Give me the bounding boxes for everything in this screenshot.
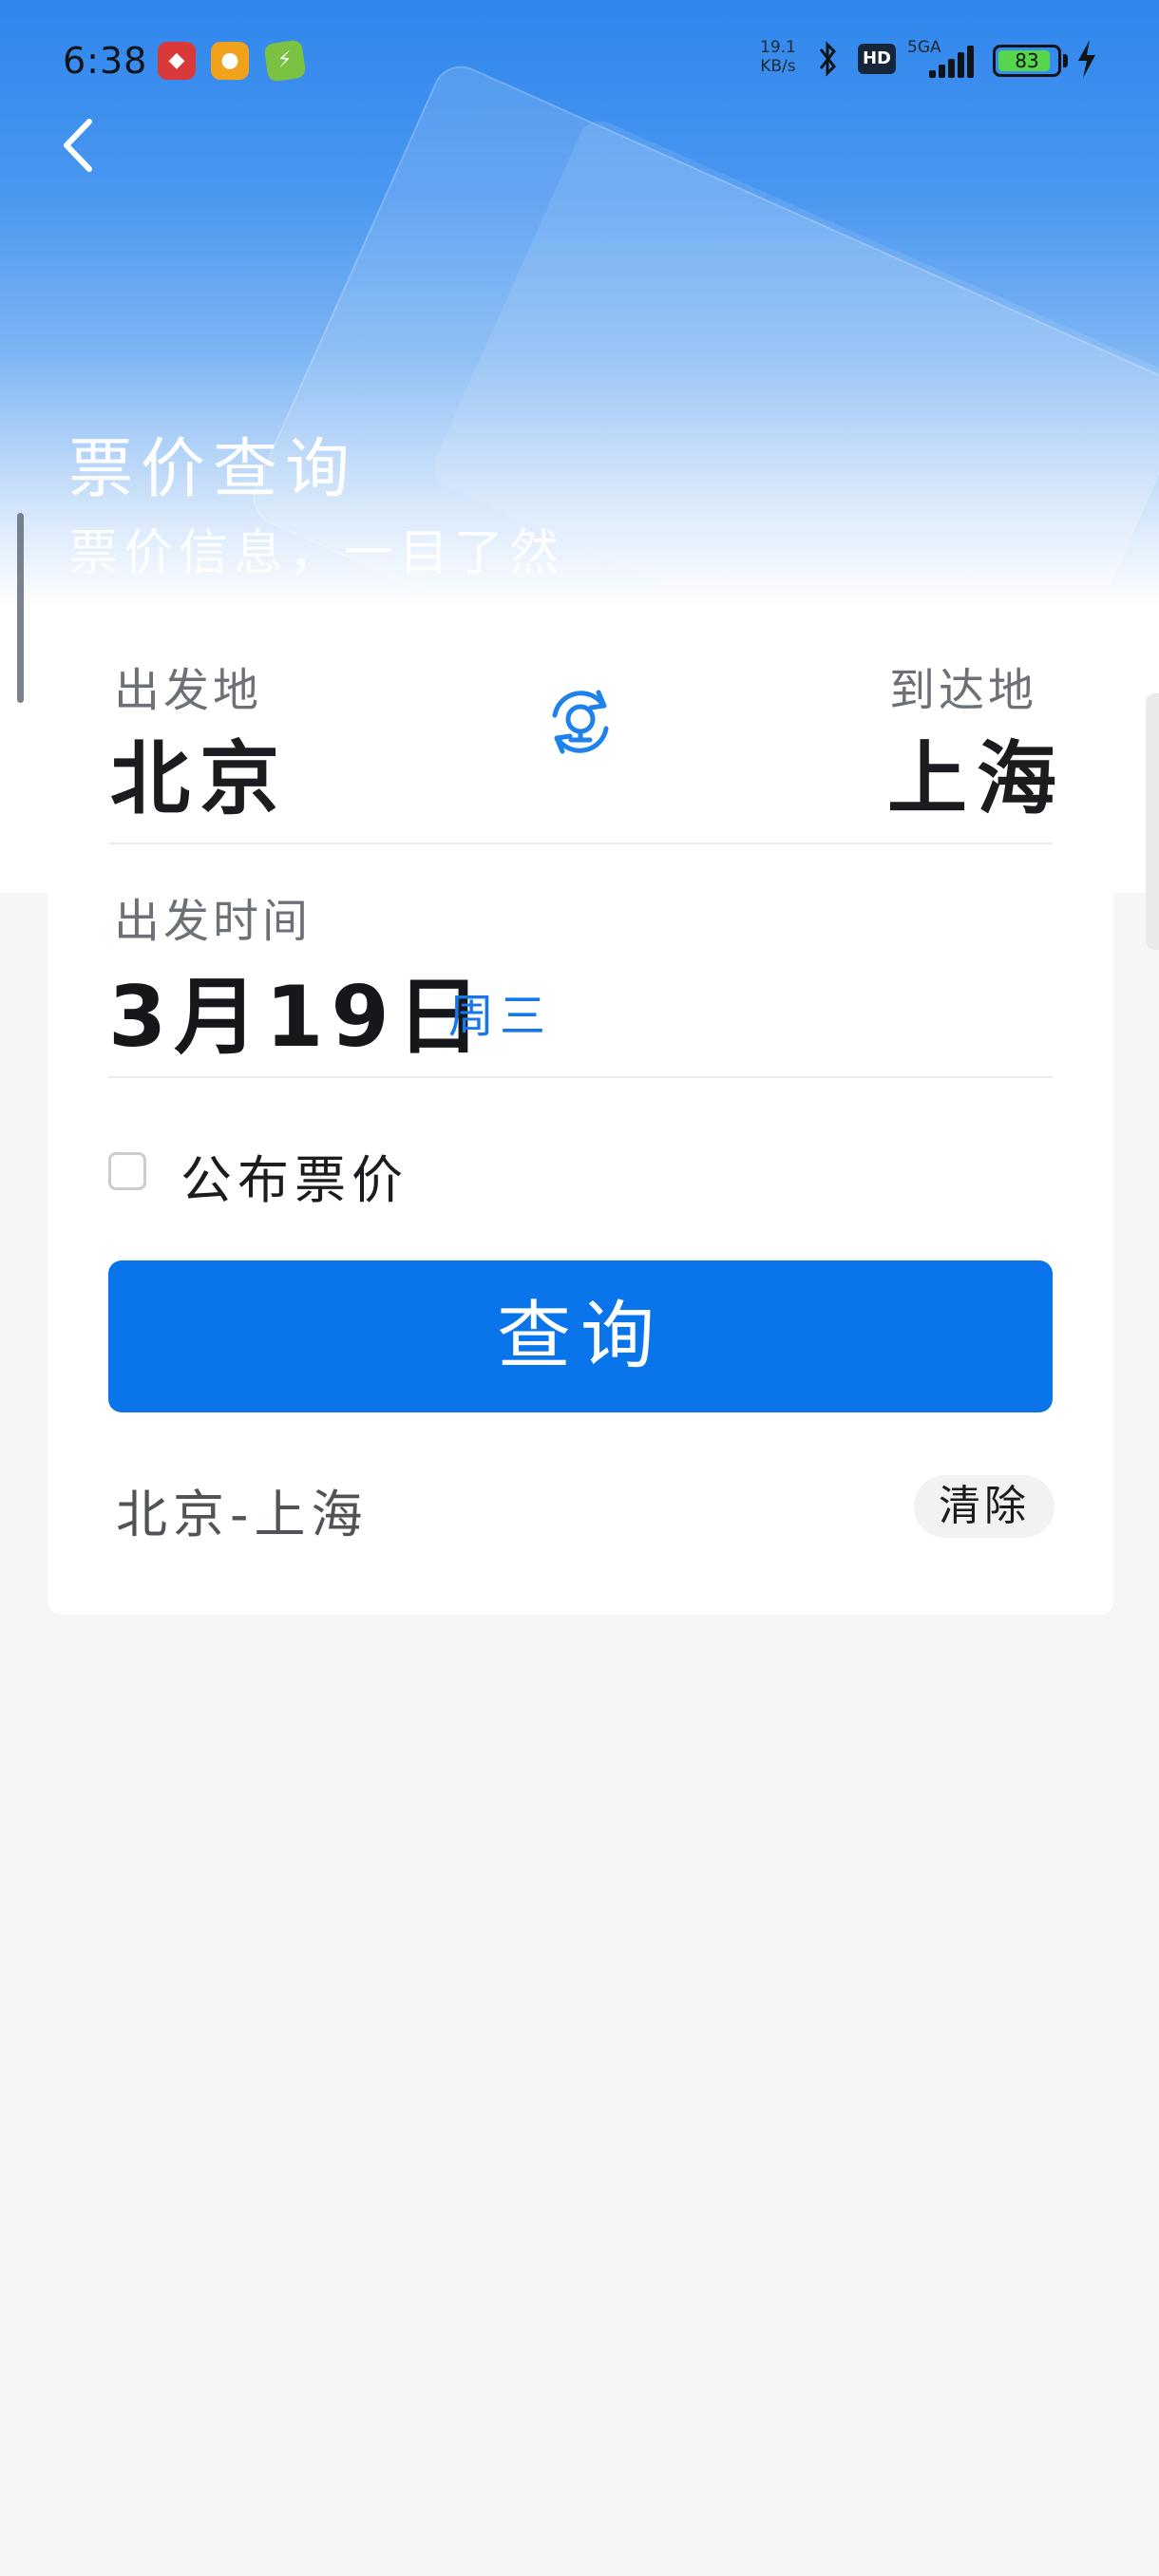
network-speed-unit: KB/s	[760, 57, 796, 76]
divider	[108, 1076, 1053, 1078]
app-notification-icon: ●	[211, 42, 249, 80]
charging-icon	[1075, 38, 1098, 88]
query-button[interactable]: 查询	[108, 1260, 1053, 1412]
clear-history-button[interactable]: 清除	[914, 1475, 1054, 1538]
bluetooth-icon	[813, 40, 842, 86]
swap-icon	[552, 690, 609, 754]
published-fare-label[interactable]: 公布票价	[180, 1138, 408, 1213]
app-notification-icon: ⚡	[263, 39, 307, 83]
published-fare-checkbox[interactable]	[108, 1152, 146, 1190]
divider	[108, 843, 1053, 844]
scroll-indicator	[17, 513, 24, 703]
network-speed: 19.1 KB/s	[760, 38, 796, 76]
battery-level: 83	[1015, 49, 1039, 72]
network-speed-value: 19.1	[760, 38, 796, 57]
departure-weekday[interactable]: 周三	[448, 978, 551, 1045]
query-form-card: 出发地 北京 到达地 上海 出发时间 3月19日 周三 公布票价 查询 北京-上…	[48, 613, 1113, 1615]
status-time: 6:38	[63, 40, 148, 82]
to-label: 到达地	[889, 664, 1038, 717]
date-label: 出发时间	[114, 895, 313, 948]
app-notification-icon: ◆	[158, 42, 196, 80]
signal-icon	[929, 46, 978, 78]
history-item[interactable]: 北京-上海	[116, 1472, 369, 1547]
from-city[interactable]: 北京	[110, 715, 289, 830]
page-subtitle: 票价信息，一目了然	[68, 525, 565, 582]
ticket-price-query-screen: 6:38 ◆ ● ⚡ 19.1 KB/s HD 5GA 83 票价查询 票价信息…	[0, 0, 1159, 2576]
back-button[interactable]	[51, 112, 108, 179]
departure-date[interactable]: 3月19日	[108, 950, 488, 1070]
status-bar: 6:38 ◆ ● ⚡ 19.1 KB/s HD 5GA 83	[0, 28, 1159, 95]
chevron-left-icon	[64, 119, 92, 172]
battery-tip	[1063, 54, 1068, 67]
from-label: 出发地	[114, 664, 263, 717]
battery-icon: 83	[993, 45, 1061, 77]
page-title: 票价查询	[68, 432, 358, 507]
hd-badge: HD	[858, 44, 896, 74]
swap-stations-button[interactable]	[540, 681, 621, 763]
side-handle[interactable]	[1146, 693, 1159, 950]
to-city[interactable]: 上海	[887, 715, 1066, 830]
